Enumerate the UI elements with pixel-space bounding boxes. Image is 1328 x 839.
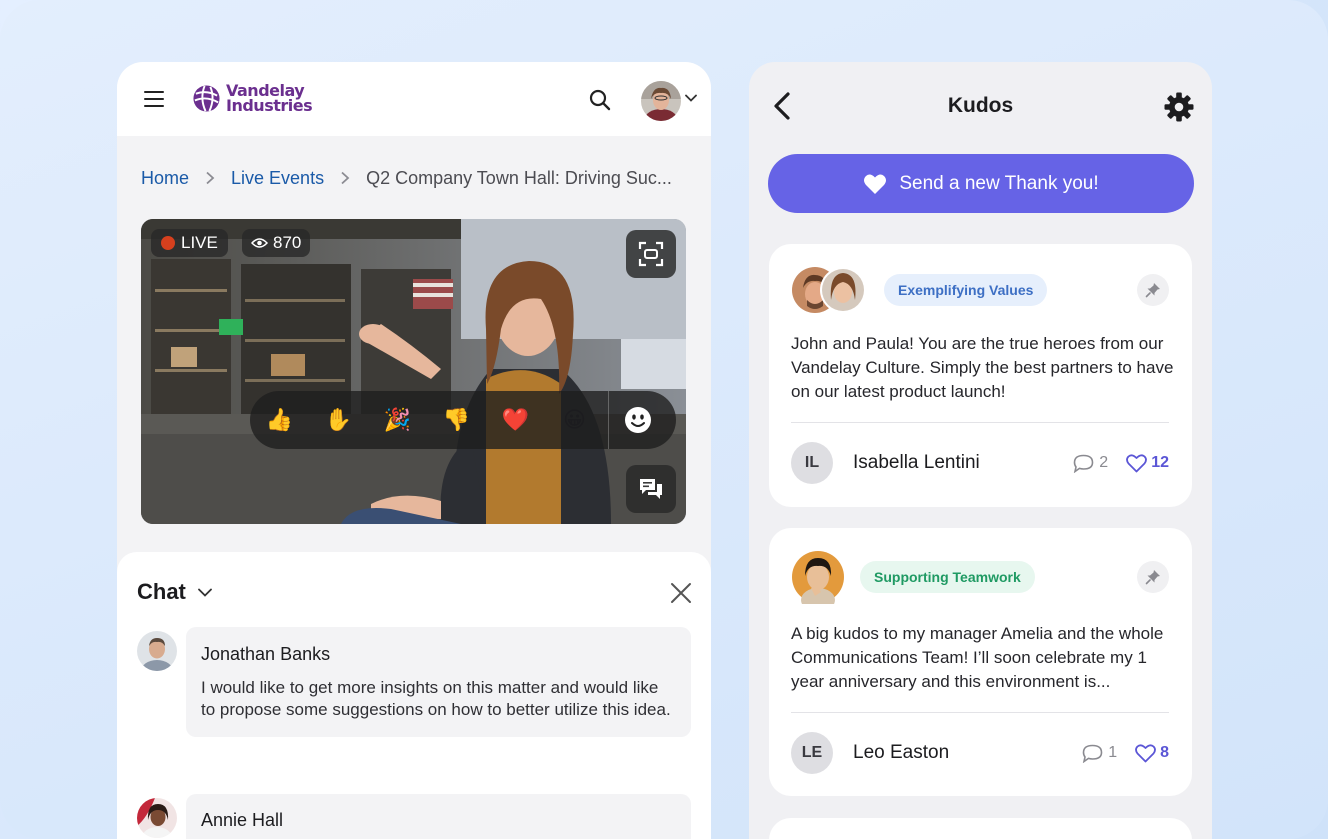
user-avatar[interactable] bbox=[641, 81, 681, 121]
globe-logo-icon bbox=[193, 84, 220, 112]
pin-icon bbox=[1145, 283, 1160, 298]
value-tag[interactable]: Exemplifying Values bbox=[884, 274, 1048, 306]
comments-button[interactable]: 1 bbox=[1082, 744, 1117, 763]
comment-count: 2 bbox=[1099, 454, 1109, 471]
chevron-right-icon bbox=[206, 171, 215, 185]
kudos-footer: IL Isabella Lentini 2 12 bbox=[791, 442, 1169, 484]
reaction-party[interactable]: 🎉 bbox=[368, 391, 427, 449]
reaction-heart[interactable]: ❤️ bbox=[486, 391, 545, 449]
kudos-message: John and Paula! You are the true heroes … bbox=[791, 334, 1174, 401]
smiley-icon bbox=[625, 407, 651, 433]
message-bubble: Jonathan Banks I would like to get more … bbox=[186, 627, 691, 737]
fullscreen-button[interactable] bbox=[626, 230, 676, 278]
heart-outline-icon bbox=[1126, 453, 1148, 472]
breadcrumb-home[interactable]: Home bbox=[141, 168, 189, 189]
avatar[interactable] bbox=[137, 798, 177, 838]
heart-icon bbox=[864, 174, 887, 194]
menu-icon[interactable] bbox=[144, 91, 164, 107]
kudos-card[interactable]: Supporting Teamwork A big kudos to my ma… bbox=[769, 528, 1192, 796]
reaction-raised-hand[interactable]: ✋ bbox=[309, 391, 368, 449]
divider bbox=[791, 712, 1169, 713]
viewer-count: 870 bbox=[273, 233, 302, 252]
live-badge: LIVE bbox=[151, 229, 228, 257]
heart-outline-icon bbox=[1135, 743, 1156, 762]
chat-message: Jonathan Banks I would like to get more … bbox=[137, 627, 691, 759]
chat-header[interactable]: Chat bbox=[137, 579, 212, 605]
author-name[interactable]: Isabella Lentini bbox=[853, 452, 1073, 474]
focus-frame-icon bbox=[638, 241, 664, 267]
like-count: 12 bbox=[1151, 454, 1169, 471]
recipient-avatars bbox=[791, 550, 845, 612]
kudos-card[interactable] bbox=[769, 818, 1192, 839]
live-event-panel: Vandelay Industries Home Live Events Q2 … bbox=[117, 62, 711, 839]
kudos-card[interactable]: Exemplifying Values John and Paula! You … bbox=[769, 244, 1192, 507]
breadcrumb-live-events[interactable]: Live Events bbox=[231, 168, 324, 189]
reaction-thumbs-up[interactable]: 👍 bbox=[250, 391, 309, 449]
comment-count: 1 bbox=[1108, 744, 1118, 761]
company-logo[interactable]: Vandelay Industries bbox=[192, 83, 313, 115]
pin-icon bbox=[1145, 570, 1160, 585]
video-frame bbox=[141, 219, 686, 524]
divider bbox=[791, 422, 1169, 423]
top-bar: Vandelay Industries bbox=[117, 62, 711, 136]
pin-button[interactable] bbox=[1137, 274, 1169, 306]
reaction-thumbs-down[interactable]: 👎 bbox=[427, 391, 486, 449]
logo-line-2: Industries bbox=[226, 96, 313, 115]
chat-panel: Chat Jonathan Banks I would like to get … bbox=[117, 552, 711, 839]
message-text: I would like to get more insights on thi… bbox=[201, 678, 671, 719]
live-label: LIVE bbox=[181, 233, 218, 252]
logo-text: Vandelay Industries bbox=[226, 83, 313, 115]
breadcrumb-current: Q2 Company Town Hall: Driving Suc... bbox=[366, 167, 672, 188]
emoji-picker-button[interactable] bbox=[609, 391, 667, 449]
page-title: Kudos bbox=[947, 94, 1014, 117]
send-button-label: Send a new Thank you! bbox=[899, 172, 1099, 194]
message-author: Jonathan Banks bbox=[201, 644, 331, 664]
author-avatar[interactable]: LE bbox=[791, 732, 833, 774]
author-avatar[interactable]: IL bbox=[791, 442, 833, 484]
reaction-grin[interactable]: 😀 bbox=[545, 391, 604, 449]
kudos-message: A big kudos to my manager Amelia and the… bbox=[791, 624, 1164, 691]
close-icon[interactable] bbox=[670, 582, 692, 604]
pin-button[interactable] bbox=[1137, 561, 1169, 593]
kudos-footer: LE Leo Easton 1 8 bbox=[791, 732, 1169, 774]
live-indicator-icon bbox=[161, 236, 175, 250]
recipient-avatars bbox=[791, 266, 867, 314]
search-icon[interactable] bbox=[588, 88, 612, 112]
chat-title: Chat bbox=[137, 579, 186, 604]
viewer-count-badge: 870 bbox=[242, 229, 311, 257]
message-bubble: Annie Hall bbox=[186, 794, 691, 839]
chevron-right-icon bbox=[341, 171, 350, 185]
chat-toggle-button[interactable] bbox=[626, 465, 676, 513]
avatar[interactable] bbox=[137, 631, 177, 671]
message-author: Annie Hall bbox=[201, 810, 284, 830]
value-tag[interactable]: Supporting Teamwork bbox=[860, 561, 1035, 593]
reaction-bar: 👍 ✋ 🎉 👎 ❤️ 😀 bbox=[250, 391, 676, 449]
live-video-player[interactable]: LIVE 870 👍 ✋ 🎉 👎 ❤️ 😀 bbox=[141, 219, 686, 524]
like-count: 8 bbox=[1160, 744, 1169, 761]
eye-icon bbox=[251, 238, 268, 248]
chevron-down-icon[interactable] bbox=[685, 94, 697, 102]
breadcrumb: Home Live Events Q2 Company Town Hall: D… bbox=[141, 166, 686, 190]
chevron-down-icon bbox=[197, 588, 212, 597]
send-thank-you-button[interactable]: Send a new Thank you! bbox=[768, 154, 1194, 213]
kudos-panel: Kudos Send a new Thank you! Exemplifying… bbox=[749, 62, 1212, 839]
chat-message: Annie Hall bbox=[137, 794, 691, 839]
likes-button[interactable]: 8 bbox=[1135, 743, 1169, 763]
chat-bubbles-icon bbox=[640, 479, 662, 499]
comment-icon bbox=[1082, 744, 1103, 763]
author-name[interactable]: Leo Easton bbox=[853, 742, 1082, 764]
comment-icon bbox=[1073, 454, 1094, 473]
likes-button[interactable]: 12 bbox=[1126, 453, 1169, 473]
comments-button[interactable]: 2 bbox=[1073, 454, 1108, 473]
gear-icon[interactable] bbox=[1163, 91, 1195, 123]
